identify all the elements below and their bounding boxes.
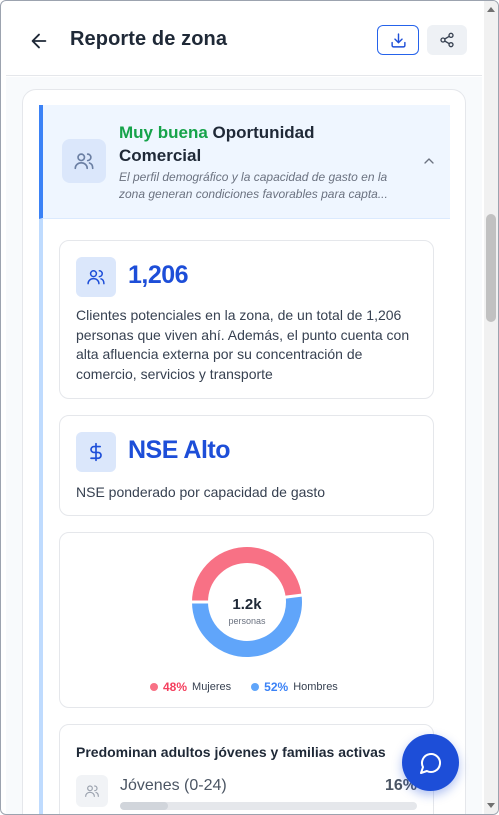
chevron-up-icon[interactable] — [421, 153, 437, 169]
segment-title: Predominan adultos jóvenes y familias ac… — [76, 744, 386, 760]
segment-item-label: Jóvenes (0-24) — [120, 777, 227, 794]
opportunity-description: El perfil demográfico y la capacidad de … — [119, 170, 388, 201]
top-bar: Reporte de zona — [6, 6, 482, 76]
nse-card: NSE Alto NSE ponderado por capacidad de … — [59, 415, 434, 516]
potential-clients-value: 1,206 — [128, 261, 189, 289]
download-button[interactable] — [377, 25, 419, 55]
share-button[interactable] — [427, 25, 467, 55]
chat-button[interactable] — [402, 734, 459, 791]
legend-women-pct: 48% — [163, 680, 188, 694]
scrollbar-track[interactable] — [484, 1, 498, 814]
share-icon — [440, 32, 454, 48]
donut-center-value: 1.2k — [232, 596, 262, 613]
segment-progress-track — [120, 802, 417, 810]
legend-women-label: Mujeres — [192, 681, 232, 693]
nse-value: NSE Alto — [128, 436, 231, 464]
legend-dot-men — [251, 683, 260, 691]
legend-men-label: Hombres — [293, 681, 338, 693]
scroll-down-arrow-icon[interactable] — [487, 803, 495, 808]
download-icon — [390, 32, 406, 48]
legend-men-pct: 52% — [264, 680, 289, 694]
chart-legend: 48% Mujeres 52% Hombres — [150, 680, 338, 694]
opportunity-title: Muy buena Oportunidad Comercial — [119, 121, 379, 167]
clients-card: 1,206 Clientes potenciales en la zona, d… — [59, 240, 434, 399]
scroll-up-arrow-icon[interactable] — [487, 7, 495, 12]
back-arrow-icon[interactable] — [28, 30, 50, 52]
donut-slice-mujeres — [192, 547, 302, 603]
scrollbar-thumb[interactable] — [486, 214, 496, 322]
report-scroll-area[interactable]: Muy buena Oportunidad Comercial El perfi… — [6, 77, 482, 814]
segment-card: Predominan adultos jóvenes y familias ac… — [59, 724, 434, 814]
opportunity-rating: Muy buena — [119, 123, 208, 142]
donut-center-label: personas — [228, 616, 266, 626]
potential-clients-description: Clientes potenciales en la zona, de un t… — [76, 307, 410, 382]
legend-dot-women — [150, 683, 158, 691]
page-title: Reporte de zona — [70, 28, 228, 50]
chat-bubble-icon — [419, 752, 441, 774]
app-window: Reporte de zona Muy buena Oportunidad Co… — [0, 0, 499, 815]
segment-progress-fill — [120, 802, 168, 810]
opportunity-banner[interactable]: Muy buena Oportunidad Comercial El perfi… — [39, 105, 450, 219]
users-icon — [76, 257, 116, 297]
users-icon — [76, 775, 108, 807]
dollar-icon — [76, 432, 116, 472]
nse-description: NSE ponderado por capacidad de gasto — [76, 484, 326, 500]
gender-chart-card: 1.2k personas 48% Mujeres 52% Hombres — [59, 532, 434, 708]
users-icon — [62, 139, 106, 183]
